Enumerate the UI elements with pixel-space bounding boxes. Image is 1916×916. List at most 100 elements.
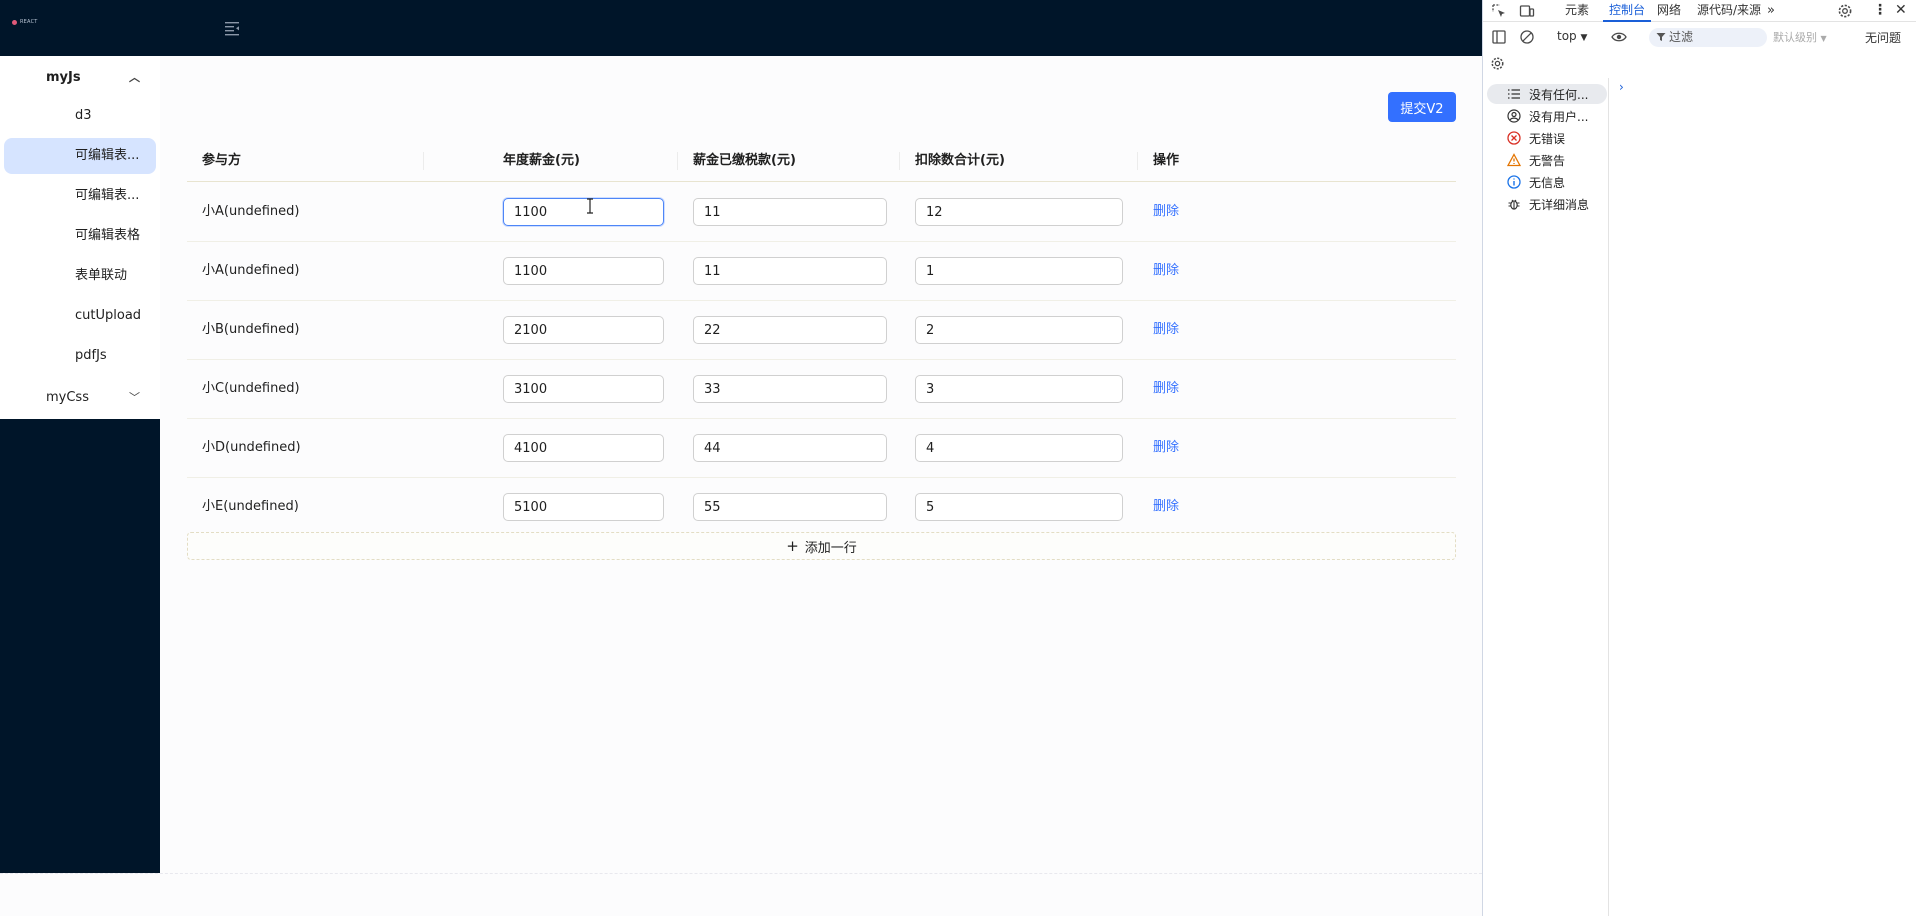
app-logo[interactable]: REACT	[12, 19, 38, 25]
deduction-input[interactable]	[915, 198, 1123, 226]
menu-fold-icon[interactable]	[222, 18, 242, 38]
more-options-icon[interactable]: ⋮	[1873, 0, 1887, 22]
delete-row-link[interactable]: 删除	[1153, 419, 1179, 477]
console-sidebar-label: 没有用户...	[1529, 109, 1589, 124]
more-tabs-icon[interactable]: »	[1767, 0, 1775, 22]
console-prompt-chevron-icon[interactable]: ›	[1619, 80, 1624, 94]
sidebar-item-editable-table-1[interactable]: 可编辑表...	[4, 138, 156, 174]
annual-salary-input[interactable]	[503, 198, 664, 226]
delete-row-link[interactable]: 删除	[1153, 242, 1179, 300]
sidebar-item-d3[interactable]: d3	[4, 98, 156, 134]
live-expression-eye-icon[interactable]	[1611, 29, 1627, 45]
sidebar-item-cutupload[interactable]: cutUpload	[4, 298, 156, 334]
app-window: REACT myJs ︿ d3 可编辑表... 可编辑表... 可编辑表格 表单…	[0, 0, 1482, 916]
submenu-label: myCss	[46, 390, 89, 405]
tax-paid-input[interactable]	[693, 198, 887, 226]
column-header-annual-salary: 年度薪金(元)	[503, 153, 580, 168]
tax-paid-input[interactable]	[693, 493, 887, 521]
sidebar-toggle-icon[interactable]	[1491, 29, 1507, 45]
sidebar-item-form-linkage[interactable]: 表单联动	[4, 258, 156, 294]
column-header-party: 参与方	[202, 153, 242, 168]
console-sidebar-label: 无信息	[1529, 175, 1566, 190]
submenu-mycss[interactable]: myCss ﹀	[0, 378, 160, 418]
tax-paid-input[interactable]	[693, 257, 887, 285]
table-row: 小D(undefined) 删除	[187, 419, 1456, 478]
console-sidebar-user-messages[interactable]: 没有用户...	[1487, 106, 1607, 126]
annual-salary-input[interactable]	[503, 257, 664, 285]
add-row-button[interactable]: + 添加一行	[187, 532, 1456, 560]
close-icon[interactable]: ✕	[1895, 0, 1907, 22]
sidebar: myJs ︿ d3 可编辑表... 可编辑表... 可编辑表格 表单联动 cut…	[0, 56, 160, 873]
console-sidebar: 没有任何... 没有用户... 无错误 无警告 无信息 无详细消息	[1483, 78, 1609, 916]
column-divider	[899, 152, 900, 170]
table-row: 小E(undefined) 删除	[187, 478, 1456, 537]
console-settings-gear-icon[interactable]	[1490, 56, 1505, 71]
deduction-input[interactable]	[915, 493, 1123, 521]
issues-counter[interactable]: 无问题	[1865, 29, 1901, 46]
context-value: top	[1557, 29, 1577, 43]
tax-paid-input[interactable]	[693, 316, 887, 344]
bug-icon	[1508, 199, 1520, 210]
deduction-input[interactable]	[915, 375, 1123, 403]
devtools-tab-network[interactable]: 网络	[1657, 0, 1681, 22]
deduction-input[interactable]	[915, 434, 1123, 462]
devtools-tab-elements[interactable]: 元素	[1565, 0, 1589, 22]
devtools-tab-sources[interactable]: 源代码/来源	[1697, 0, 1761, 22]
context-selector[interactable]: top ▼	[1557, 29, 1587, 43]
annual-salary-input[interactable]	[503, 434, 664, 462]
console-filter-input[interactable]: 过滤	[1649, 28, 1767, 47]
console-sidebar-info[interactable]: 无信息	[1487, 172, 1607, 192]
party-name: 小D(undefined)	[202, 440, 301, 455]
logo-text: REACT	[20, 19, 38, 25]
delete-row-link[interactable]: 删除	[1153, 183, 1179, 241]
table-row: 小A(undefined) 删除	[187, 242, 1456, 301]
chevron-down-icon: ﹀	[129, 391, 140, 404]
top-header: REACT	[0, 0, 1482, 56]
table-row: 小B(undefined) 删除	[187, 301, 1456, 360]
submenu-myjs[interactable]: myJs ︿	[0, 58, 160, 98]
party-name: 小A(undefined)	[202, 204, 300, 219]
log-level-value: 默认级别	[1773, 31, 1817, 44]
column-header-tax-paid: 薪金已缴税款(元)	[693, 153, 796, 168]
column-divider	[677, 152, 678, 170]
console-sidebar-label: 无错误	[1529, 131, 1566, 146]
sidebar-item-editable-table-3[interactable]: 可编辑表格	[4, 218, 156, 254]
party-name: 小C(undefined)	[202, 381, 300, 396]
console-sidebar-warnings[interactable]: 无警告	[1487, 150, 1607, 170]
console-sidebar-label: 没有任何...	[1529, 87, 1589, 102]
warning-icon	[1507, 153, 1521, 167]
party-name: 小A(undefined)	[202, 263, 300, 278]
annual-salary-input[interactable]	[503, 375, 664, 403]
delete-row-link[interactable]: 删除	[1153, 478, 1179, 536]
inspect-element-icon[interactable]	[1491, 3, 1507, 19]
devtools-tab-console[interactable]: 控制台	[1603, 0, 1652, 22]
logo-mark-icon	[12, 19, 17, 25]
list-icon	[1508, 89, 1520, 99]
tax-paid-input[interactable]	[693, 375, 887, 403]
console-sidebar-errors[interactable]: 无错误	[1487, 128, 1607, 148]
clear-console-icon[interactable]	[1519, 29, 1535, 45]
devtools-tab-bar: 元素 控制台 网络 源代码/来源 » ⋮ ✕	[1483, 0, 1916, 22]
console-sidebar-label: 无警告	[1529, 153, 1566, 168]
submit-v2-button[interactable]: 提交V2	[1388, 92, 1456, 122]
deduction-input[interactable]	[915, 316, 1123, 344]
device-toolbar-icon[interactable]	[1519, 3, 1535, 19]
party-name: 小B(undefined)	[202, 322, 300, 337]
settings-gear-icon[interactable]	[1837, 3, 1853, 19]
console-sidebar-messages[interactable]: 没有任何...	[1487, 84, 1607, 104]
submenu-label: myJs	[46, 70, 81, 85]
column-header-deductions: 扣除数合计(元)	[915, 153, 1005, 168]
delete-row-link[interactable]: 删除	[1153, 301, 1179, 359]
sidebar-item-editable-table-2[interactable]: 可编辑表...	[4, 178, 156, 214]
delete-row-link[interactable]: 删除	[1153, 360, 1179, 418]
log-level-selector[interactable]: 默认级别 ▼	[1773, 29, 1827, 45]
devtools-panel: 元素 控制台 网络 源代码/来源 » ⋮ ✕ top ▼ 过滤 默认级别 ▼ 无…	[1482, 0, 1916, 916]
caret-down-icon: ▼	[1580, 33, 1588, 43]
tax-paid-input[interactable]	[693, 434, 887, 462]
user-icon	[1507, 109, 1521, 123]
console-sidebar-verbose[interactable]: 无详细消息	[1487, 194, 1607, 214]
annual-salary-input[interactable]	[503, 316, 664, 344]
deduction-input[interactable]	[915, 257, 1123, 285]
annual-salary-input[interactable]	[503, 493, 664, 521]
sidebar-item-pdfjs[interactable]: pdfJs	[4, 338, 156, 374]
